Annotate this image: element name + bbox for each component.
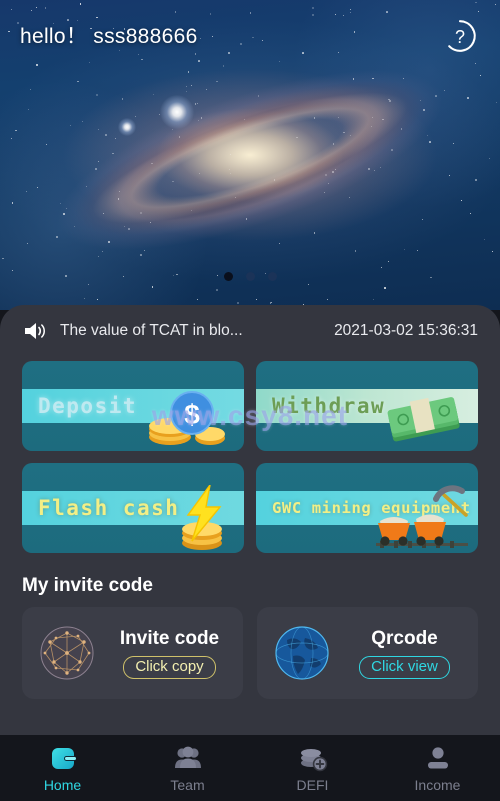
invite-code-content: Invite code Click copy xyxy=(104,628,243,679)
content-panel: The value of TCAT in blo... 2021-03-02 1… xyxy=(0,305,500,735)
deposit-button[interactable]: Deposit $ xyxy=(22,361,244,451)
notice-text: The value of TCAT in blo... xyxy=(60,322,243,339)
nav-label-income: Income xyxy=(414,777,461,793)
invite-section-title: My invite code xyxy=(22,575,153,596)
nav-item-home[interactable]: Home xyxy=(0,735,125,801)
qrcode-card[interactable]: Qrcode Click view xyxy=(257,607,478,699)
digital-globe-icon xyxy=(265,616,339,690)
nav-label-home: Home xyxy=(43,777,82,793)
withdraw-button[interactable]: Withdraw xyxy=(256,361,478,451)
mining-carts-icon xyxy=(370,485,474,551)
svg-text:?: ? xyxy=(455,27,465,47)
action-grid: Deposit $ Withdraw Flash cash GWC mining… xyxy=(0,357,500,553)
help-icon[interactable]: ? xyxy=(442,18,478,54)
greeting-text: hello！ sss888666 xyxy=(20,25,198,48)
cash-bundle-icon xyxy=(370,383,474,449)
bottom-navigation: Home Team DEFI Income xyxy=(0,735,500,801)
nav-item-team[interactable]: Team xyxy=(125,735,250,801)
carousel-dot-2[interactable] xyxy=(245,272,255,281)
bright-star-secondary xyxy=(118,118,136,136)
svg-text:$: $ xyxy=(184,399,200,430)
flash-cash-button[interactable]: Flash cash xyxy=(22,463,244,553)
coins-plus-icon xyxy=(298,743,328,773)
qrcode-label: Qrcode xyxy=(371,627,438,649)
carousel-dot-1[interactable] xyxy=(223,272,233,281)
notice-time: 2021-03-02 15:36:31 xyxy=(334,322,478,339)
carousel-dot-3[interactable] xyxy=(267,272,277,281)
click-view-button[interactable]: Click view xyxy=(359,655,450,679)
nav-label-defi: DEFI xyxy=(296,777,329,793)
mining-equipment-button[interactable]: GWC mining equipment xyxy=(256,463,478,553)
qrcode-content: Qrcode Click view xyxy=(339,628,478,679)
invite-grid: Invite code Click copy Qrcode Click view xyxy=(0,607,500,699)
lightning-coins-icon xyxy=(136,484,240,551)
carousel-dots[interactable] xyxy=(0,272,500,281)
click-copy-button[interactable]: Click copy xyxy=(123,655,216,679)
people-icon xyxy=(173,743,203,773)
notice-bar[interactable]: The value of TCAT in blo... 2021-03-02 1… xyxy=(0,305,500,357)
wallet-icon xyxy=(48,743,78,773)
nav-label-team: Team xyxy=(170,777,205,793)
network-sphere-icon xyxy=(30,616,104,690)
nav-item-income[interactable]: Income xyxy=(375,735,500,801)
invite-code-card[interactable]: Invite code Click copy xyxy=(22,607,243,699)
person-icon xyxy=(423,743,453,773)
dollar-coins-icon: $ xyxy=(136,383,240,449)
nav-item-defi[interactable]: DEFI xyxy=(250,735,375,801)
bright-star-primary xyxy=(160,95,194,129)
speaker-icon xyxy=(22,320,48,342)
invite-code-label: Invite code xyxy=(119,627,220,649)
